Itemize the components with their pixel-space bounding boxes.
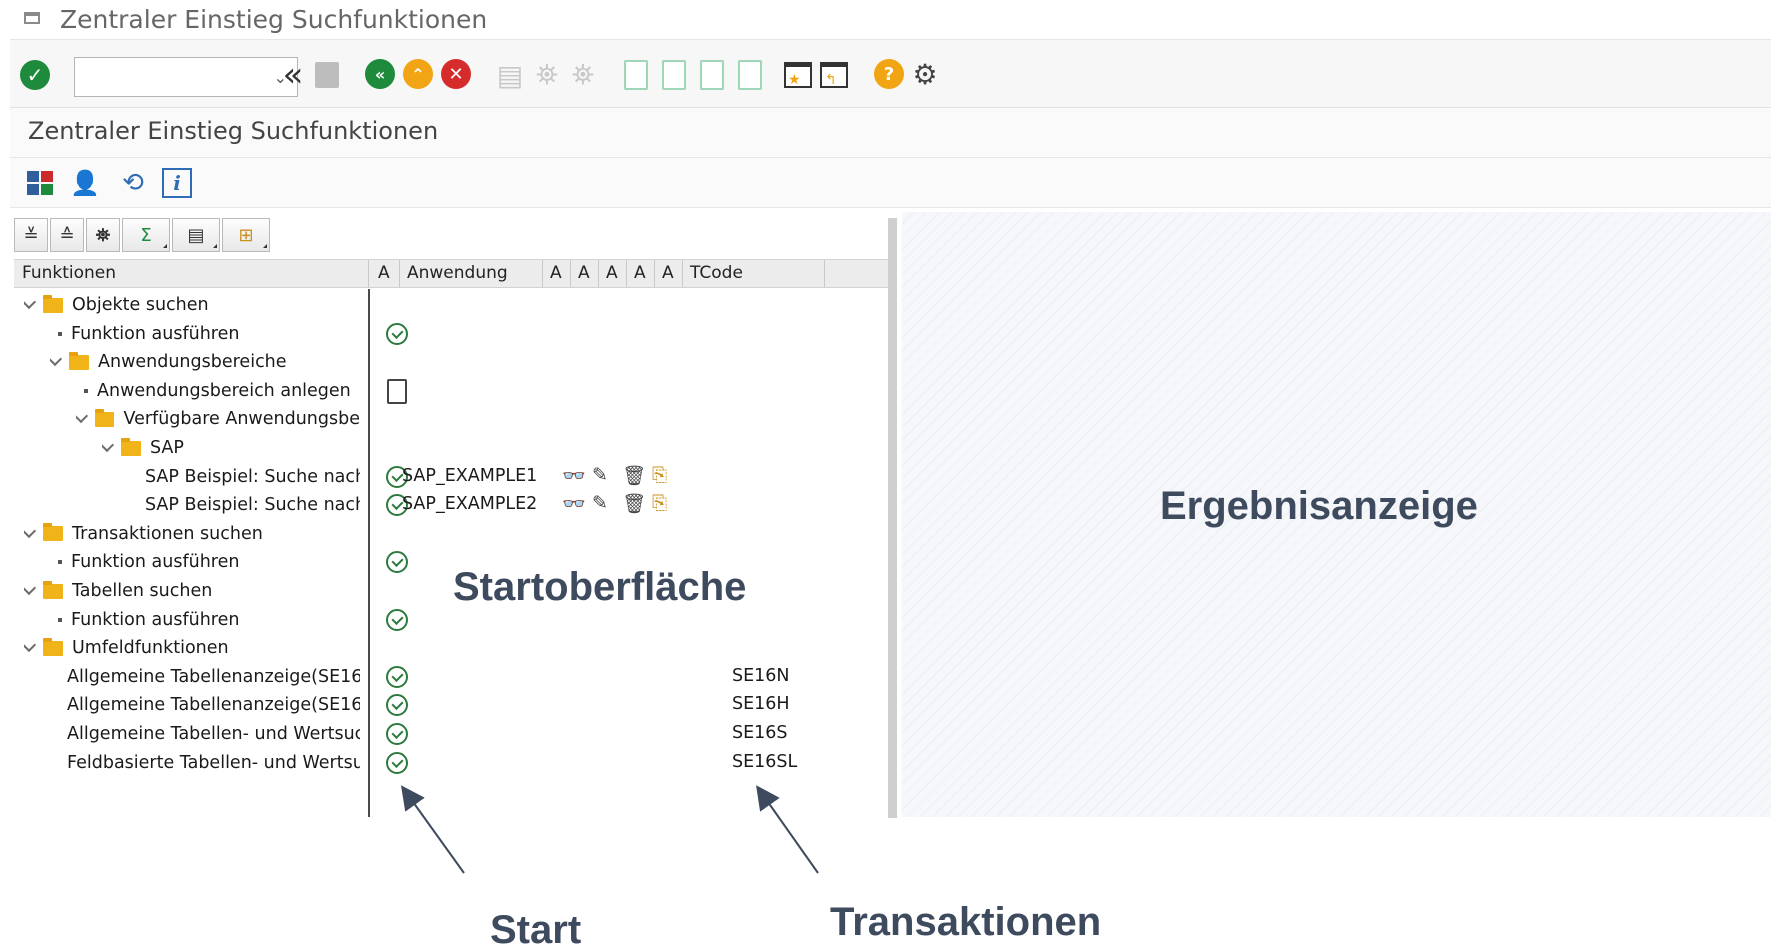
arrow-transaktionen bbox=[756, 785, 819, 874]
arrow-start bbox=[401, 785, 465, 874]
annotation-arrows bbox=[401, 785, 819, 874]
